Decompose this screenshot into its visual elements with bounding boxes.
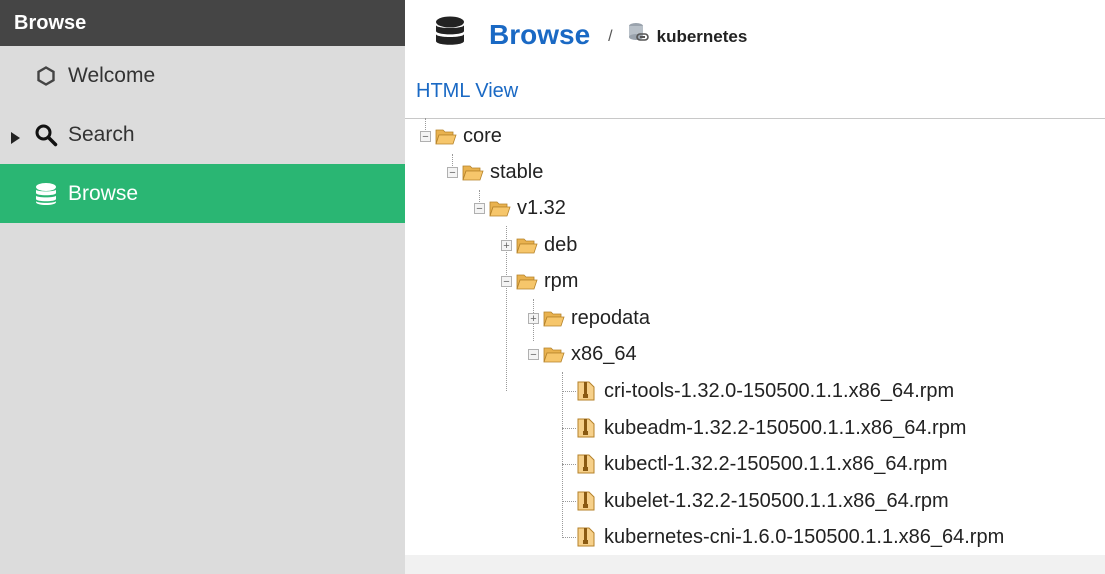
tree-file-item[interactable]: kubelet-1.32.2-150500.1.1.x86_64.rpm xyxy=(576,483,949,519)
sidebar-header: Browse xyxy=(0,0,405,46)
html-view-link[interactable]: HTML View xyxy=(416,80,518,103)
tree-node-rpm[interactable]: − rpm xyxy=(501,263,578,299)
caret-right-icon[interactable] xyxy=(11,126,20,150)
tree-node-label: x86_64 xyxy=(571,342,637,365)
collapse-toggle[interactable]: − xyxy=(528,348,539,360)
tree-file-item[interactable]: kubernetes-cni-1.6.0-150500.1.1.x86_64.r… xyxy=(576,519,1004,555)
tree-node-label: deb xyxy=(544,233,578,256)
breadcrumb-browse-link[interactable]: Browse xyxy=(489,19,590,51)
collapse-toggle[interactable]: − xyxy=(420,130,431,142)
tree-connector xyxy=(562,428,576,429)
repository-icon xyxy=(627,21,649,48)
tree-file-item[interactable]: kubeadm-1.32.2-150500.1.1.x86_64.rpm xyxy=(576,410,966,446)
collapse-toggle[interactable]: − xyxy=(474,202,485,214)
collapse-toggle[interactable]: − xyxy=(501,275,512,287)
sidebar-item-welcome[interactable]: Welcome xyxy=(0,46,405,105)
tree-node-label: rpm xyxy=(544,269,579,292)
tree-file-item[interactable]: kubectl-1.32.2-150500.1.1.x86_64.rpm xyxy=(576,446,948,482)
repository-tree: − core − stable − v1.32 + deb − rpm + re… xyxy=(405,118,1105,555)
tree-connector xyxy=(562,372,563,538)
breadcrumb-repository[interactable]: kubernetes xyxy=(657,27,748,47)
tree-node-core[interactable]: − core xyxy=(420,118,502,154)
sidebar-item-search[interactable]: Search xyxy=(0,105,405,164)
sidebar-item-label: Welcome xyxy=(68,63,156,87)
tree-connector xyxy=(562,464,576,465)
tree-node-repodata[interactable]: + repodata xyxy=(528,300,650,336)
archive-file-icon xyxy=(576,491,598,511)
tree-node-label: cri-tools-1.32.0-150500.1.1.x86_64.rpm xyxy=(604,379,955,402)
browse-panel: Browse / kubernetes HTML View − core − s… xyxy=(405,0,1105,555)
tree-node-label: kubernetes-cni-1.6.0-150500.1.1.x86_64.r… xyxy=(604,525,1005,548)
sidebar-item-label: Browse xyxy=(68,181,139,205)
sidebar-item-label: Search xyxy=(68,122,135,146)
main-content: Browse / kubernetes HTML View − core − s… xyxy=(405,0,1105,574)
tree-node-deb[interactable]: + deb xyxy=(501,227,577,263)
tree-node-version[interactable]: − v1.32 xyxy=(474,190,566,226)
archive-file-icon xyxy=(576,454,598,474)
tree-node-label: core xyxy=(463,124,502,147)
breadcrumb: Browse / kubernetes xyxy=(435,16,747,53)
database-icon xyxy=(34,182,58,206)
hexagon-icon xyxy=(34,64,58,88)
folder-open-icon xyxy=(489,198,511,218)
folder-open-icon xyxy=(543,308,565,328)
collapse-toggle[interactable]: − xyxy=(447,166,458,178)
archive-file-icon xyxy=(576,527,598,547)
tree-node-label: kubeadm-1.32.2-150500.1.1.x86_64.rpm xyxy=(604,416,967,439)
tree-connector xyxy=(562,537,576,538)
folder-open-icon xyxy=(462,162,484,182)
archive-file-icon xyxy=(576,381,598,401)
breadcrumb-separator: / xyxy=(608,27,613,45)
tree-node-label: stable xyxy=(490,160,544,183)
tree-connector xyxy=(562,501,576,502)
expand-toggle[interactable]: + xyxy=(528,312,539,324)
sidebar-item-browse[interactable]: Browse xyxy=(0,164,405,223)
folder-open-icon xyxy=(516,235,538,255)
folder-open-icon xyxy=(435,126,457,146)
tree-node-label: v1.32 xyxy=(517,196,566,219)
tree-file-item[interactable]: cri-tools-1.32.0-150500.1.1.x86_64.rpm xyxy=(576,373,954,409)
tree-node-stable[interactable]: − stable xyxy=(447,154,543,190)
tree-node-label: kubelet-1.32.2-150500.1.1.x86_64.rpm xyxy=(604,489,949,512)
search-icon xyxy=(34,123,58,147)
tree-node-label: repodata xyxy=(571,306,650,329)
folder-open-icon xyxy=(543,344,565,364)
tree-connector xyxy=(562,391,576,392)
sidebar: Browse Welcome Search Browse xyxy=(0,0,405,574)
tree-node-label: kubectl-1.32.2-150500.1.1.x86_64.rpm xyxy=(604,452,948,475)
expand-toggle[interactable]: + xyxy=(501,239,512,251)
tree-node-arch[interactable]: − x86_64 xyxy=(528,336,637,372)
archive-file-icon xyxy=(576,418,598,438)
folder-open-icon xyxy=(516,271,538,291)
database-icon xyxy=(435,16,465,53)
